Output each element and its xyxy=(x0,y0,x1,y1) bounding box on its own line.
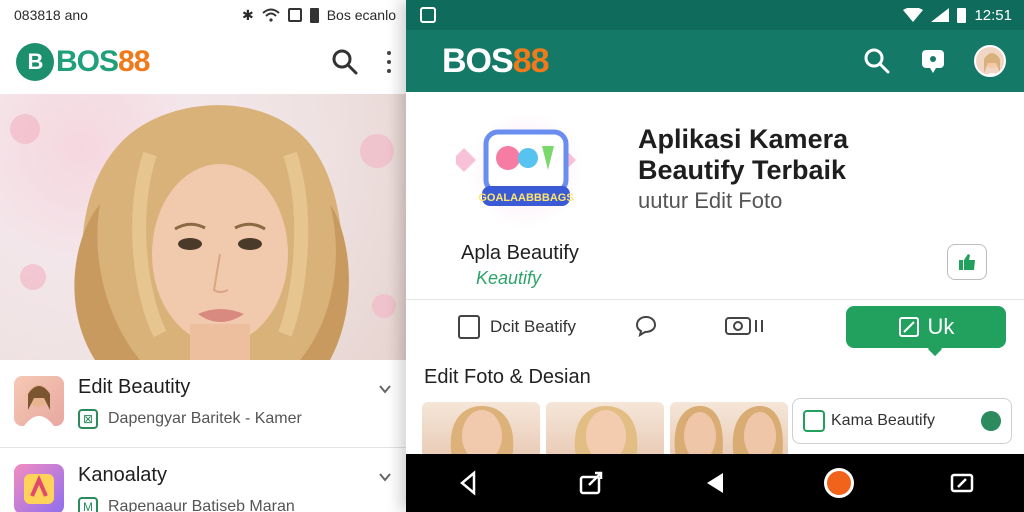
brand-logo[interactable]: BOS 88 xyxy=(442,41,550,81)
app-logo-caption: GOALAABBBAGS xyxy=(478,192,573,204)
primary-action-label: Uk xyxy=(927,314,955,339)
like-button[interactable] xyxy=(947,244,987,280)
app-title: Aplikasi Kamera Beautify Terbaik xyxy=(638,124,848,186)
list-item-title: Edit Beautity xyxy=(78,376,191,398)
app-thumbnail xyxy=(14,376,64,426)
logo-text: BOS xyxy=(442,41,514,80)
photo-thumbnail[interactable] xyxy=(422,402,540,458)
logo-number: 88 xyxy=(512,41,550,80)
list-item[interactable]: Edit Beautity ⊠ Dapengyar Baritek - Kame… xyxy=(0,360,406,448)
clipboard-icon xyxy=(458,315,480,339)
edit-beautify-label: Dcit Beatify xyxy=(490,317,576,336)
app-name: Apla Beautify xyxy=(461,242,579,264)
chevron-down-icon[interactable] xyxy=(378,382,392,396)
wifi-icon xyxy=(903,8,924,22)
status-time: 12:51 xyxy=(974,6,1012,24)
photo-thumbnail[interactable] xyxy=(546,402,664,458)
status-bar: 083818 ano ✱ Bos ecanlo xyxy=(0,0,406,30)
share-icon[interactable] xyxy=(571,463,611,503)
screenshot-icon[interactable] xyxy=(942,463,982,503)
edit-icon xyxy=(803,410,825,432)
right-phone-screen: 12:51 BOS 88 GOALAABBBAGS Apla Beautify … xyxy=(406,0,1024,512)
list-item[interactable]: Kanoalaty M Rapenaaur Batiseb Maran xyxy=(0,448,406,512)
app-bar: BOS 88 xyxy=(406,30,1024,92)
photo-thumbnail[interactable] xyxy=(670,402,788,458)
record-icon xyxy=(823,468,854,498)
search-icon[interactable] xyxy=(330,47,360,77)
edit-beautify-button[interactable]: Dcit Beatify xyxy=(458,315,576,339)
app-title-line: Aplikasi Kamera xyxy=(638,124,849,154)
search-icon[interactable] xyxy=(862,46,892,76)
sim-icon xyxy=(287,8,302,22)
action-row: Dcit Beatify Uk xyxy=(406,300,1024,356)
app-thumbnail xyxy=(14,464,64,512)
signal-icon xyxy=(931,8,950,22)
image-icon: ⊠ xyxy=(78,409,98,429)
status-bar: 12:51 xyxy=(406,0,1024,30)
logo-number: 88 xyxy=(118,45,150,78)
app-detail-card: GOALAABBBAGS Apla Beautify Keautify Apli… xyxy=(406,92,1024,300)
app-subname: Keautify xyxy=(476,268,542,288)
status-icons: ✱ Bos ecanlo xyxy=(242,7,396,24)
record-button[interactable] xyxy=(819,463,859,503)
edit-icon xyxy=(898,317,919,337)
more-options-icon[interactable] xyxy=(386,51,392,73)
wifi-icon xyxy=(262,8,280,22)
back-icon[interactable] xyxy=(448,463,488,503)
kama-beautify-card[interactable]: Kama Beautify xyxy=(792,398,1012,444)
bluetooth-icon: ✱ xyxy=(241,6,254,23)
system-nav-bar xyxy=(406,454,1024,512)
hero-portrait-image xyxy=(0,94,406,360)
thumbs-up-icon xyxy=(959,254,975,270)
app-logo-icon: GOALAABBBAGS xyxy=(456,112,584,228)
home-back-triangle-icon[interactable] xyxy=(695,463,735,503)
app-list: Edit Beautity ⊠ Dapengyar Baritek - Kame… xyxy=(0,360,406,512)
section-title: Edit Foto & Desian xyxy=(424,366,591,388)
status-time: 083818 ano xyxy=(14,7,88,23)
list-item-title: Kanoalaty xyxy=(78,464,167,486)
notification-icon xyxy=(420,7,436,23)
chevron-down-icon[interactable] xyxy=(378,470,392,484)
user-avatar[interactable] xyxy=(974,45,1006,77)
app-description: uutur Edit Foto xyxy=(638,188,783,213)
left-phone-screen: 083818 ano ✱ Bos ecanlo B BOS 88 Edit Be… xyxy=(0,0,406,512)
app-title-line: Beautify Terbaik xyxy=(638,155,847,185)
message-icon[interactable] xyxy=(918,46,948,76)
brand-logo[interactable]: B BOS 88 xyxy=(16,43,150,81)
camera-icon[interactable] xyxy=(724,314,768,338)
comment-icon[interactable] xyxy=(634,314,658,338)
photo-grid xyxy=(422,402,788,458)
battery-icon xyxy=(957,7,967,23)
primary-action-button[interactable]: Uk xyxy=(846,306,1006,348)
list-item-subtitle: Rapenaaur Batiseb Maran xyxy=(108,498,295,512)
refresh-icon[interactable] xyxy=(981,411,1001,431)
logo-text: BOS xyxy=(56,45,119,78)
list-item-subtitle: Dapengyar Baritek - Kamer xyxy=(108,410,302,427)
logo-badge-icon: B xyxy=(16,43,54,81)
status-icons: 12:51 xyxy=(903,7,1012,24)
side-card-label: Kama Beautify xyxy=(831,412,936,429)
status-right-text: Bos ecanlo xyxy=(326,7,396,23)
app-bar: B BOS 88 xyxy=(0,30,406,94)
bookmark-icon: M xyxy=(78,497,98,512)
battery-icon xyxy=(309,7,319,23)
